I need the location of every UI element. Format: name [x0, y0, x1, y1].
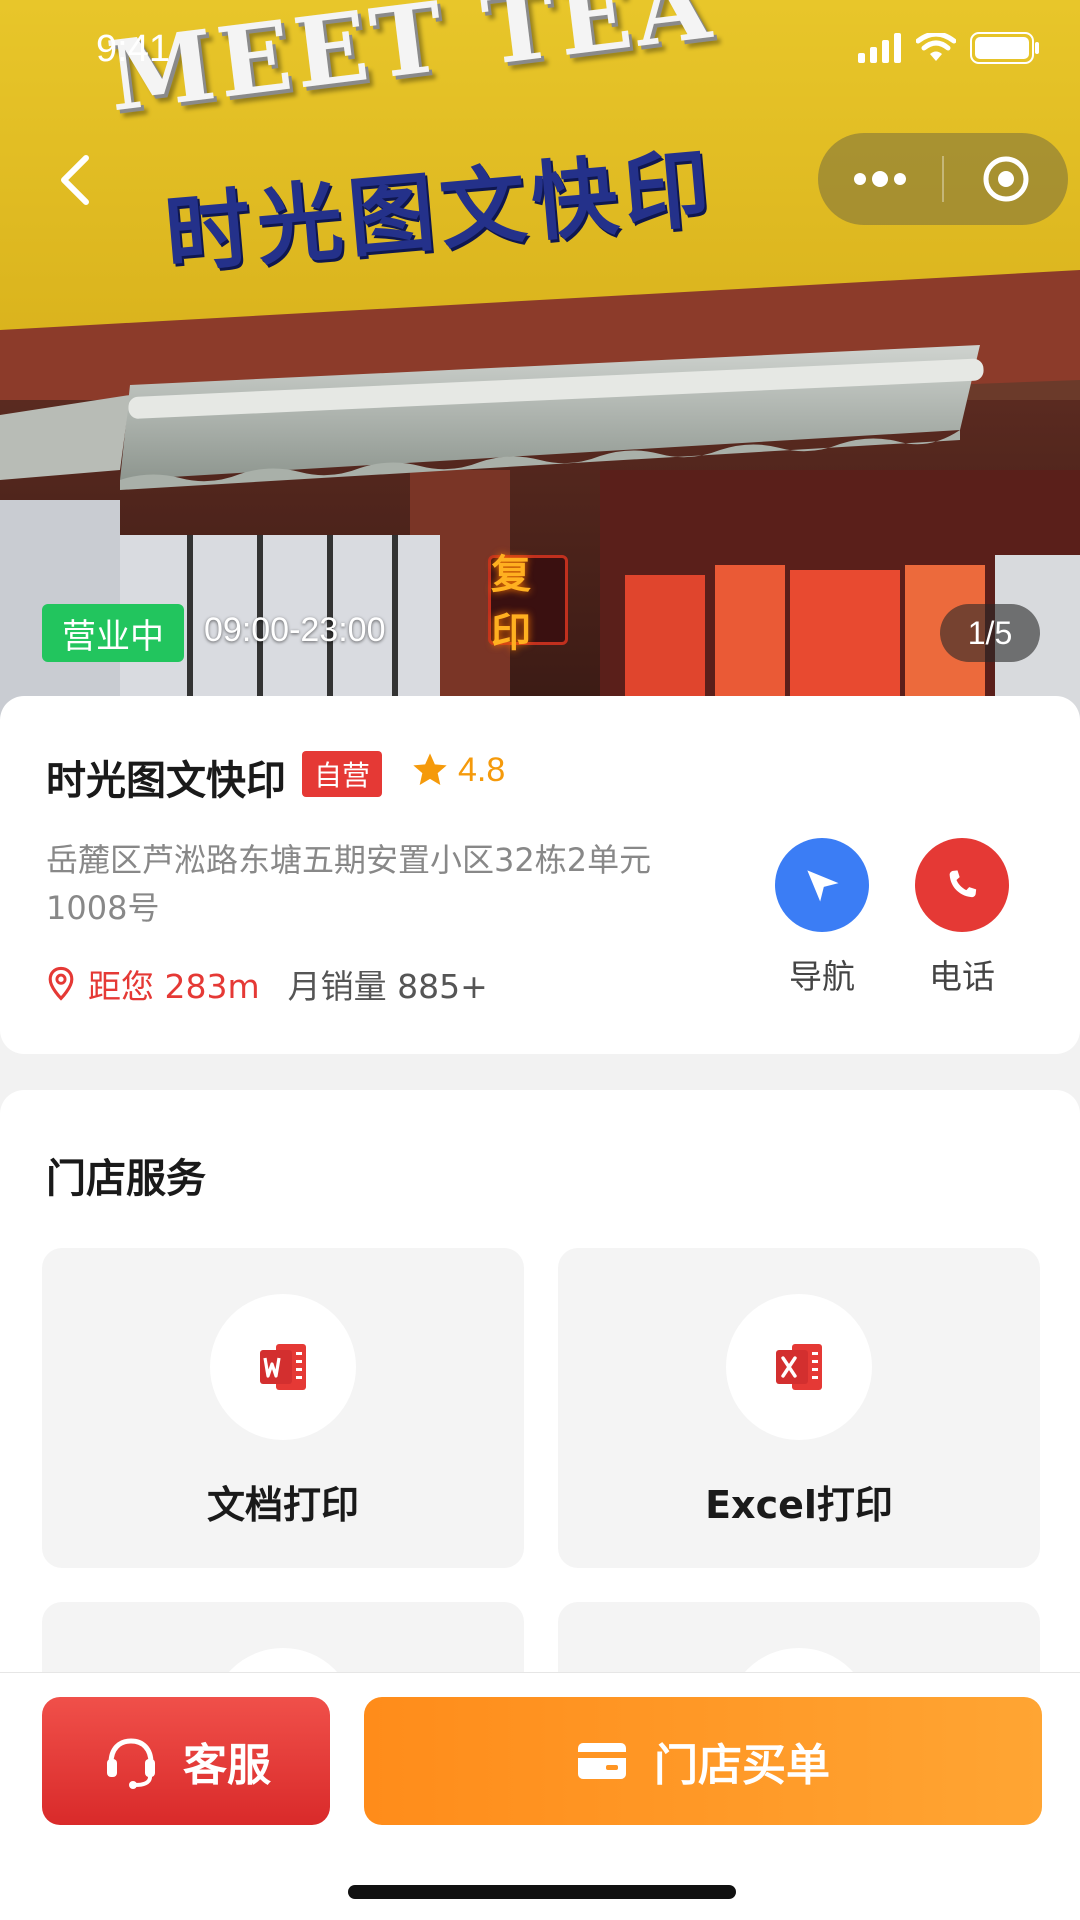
chevron-left-icon — [61, 155, 89, 205]
service-document-print[interactable]: 文档打印 — [42, 1248, 524, 1568]
miniprogram-capsule — [818, 133, 1068, 225]
navigate-label: 导航 — [789, 957, 855, 996]
battery-icon — [970, 32, 1039, 64]
store-address: 岳麓区芦淞路东塘五期安置小区32栋2单元1008号 — [46, 841, 652, 927]
close-miniprogram-button[interactable] — [944, 133, 1068, 225]
star-icon — [413, 753, 447, 785]
phone-icon — [949, 870, 977, 898]
status-time: 9:41 — [96, 28, 170, 70]
store-info-card: 时光图文快印 自营 4.8 岳麓区芦淞路东塘五期安置小区32栋2单元1008号 … — [0, 696, 1080, 1054]
location-pin-icon — [48, 966, 74, 1001]
store-distance: 距您 283m — [88, 967, 260, 1006]
more-options-button[interactable] — [818, 133, 942, 225]
service-label: 文档打印 — [206, 1483, 359, 1527]
customer-service-label: 客服 — [183, 1740, 271, 1791]
customer-service-button[interactable]: 客服 — [42, 1697, 330, 1825]
excel-icon — [776, 1344, 822, 1390]
navigate-button[interactable]: 导航 — [774, 838, 870, 998]
signal-icon — [858, 33, 901, 63]
word-icon — [260, 1344, 306, 1390]
service-excel-print[interactable]: Excel打印 — [558, 1248, 1040, 1568]
neon-copy-sign: 复印 — [488, 552, 568, 656]
self-operated-tag: 自营 — [302, 751, 383, 797]
back-button[interactable] — [40, 145, 110, 215]
icon-circle — [210, 1294, 356, 1440]
store-services-section: 门店服务 文档打印 Excel打印 — [0, 1090, 1080, 1920]
status-bar: 9:41 — [0, 0, 1080, 110]
service-label: Excel打印 — [705, 1483, 893, 1527]
services-title: 门店服务 — [46, 1156, 206, 1202]
icon-circle — [726, 1294, 872, 1440]
store-pay-button[interactable]: 门店买单 — [364, 1697, 1042, 1825]
wallet-card-icon — [578, 1743, 626, 1779]
headset-icon — [107, 1738, 155, 1789]
wifi-icon — [916, 33, 956, 61]
rating-value: 4.8 — [458, 750, 506, 789]
call-button[interactable]: 电话 — [914, 838, 1010, 998]
home-indicator[interactable] — [348, 1885, 736, 1899]
business-hours: 09:00-23:00 — [204, 611, 386, 649]
target-circle-icon — [983, 156, 1029, 202]
store-rating: 4.8 — [410, 750, 505, 790]
store-meta: 距您 283m 月销量 885+ — [46, 960, 488, 1008]
store-name: 时光图文快印 — [46, 758, 286, 804]
monthly-sales: 月销量 885+ — [287, 967, 488, 1006]
bottom-action-bar: 客服 门店买单 — [0, 1672, 1080, 1920]
navigation-arrow-icon — [807, 870, 839, 902]
call-label: 电话 — [929, 957, 995, 996]
more-dots-icon — [854, 171, 906, 187]
photo-counter: 1/5 — [940, 604, 1040, 662]
store-pay-label: 门店买单 — [654, 1740, 830, 1791]
open-status-badge: 营业中 — [42, 604, 184, 662]
